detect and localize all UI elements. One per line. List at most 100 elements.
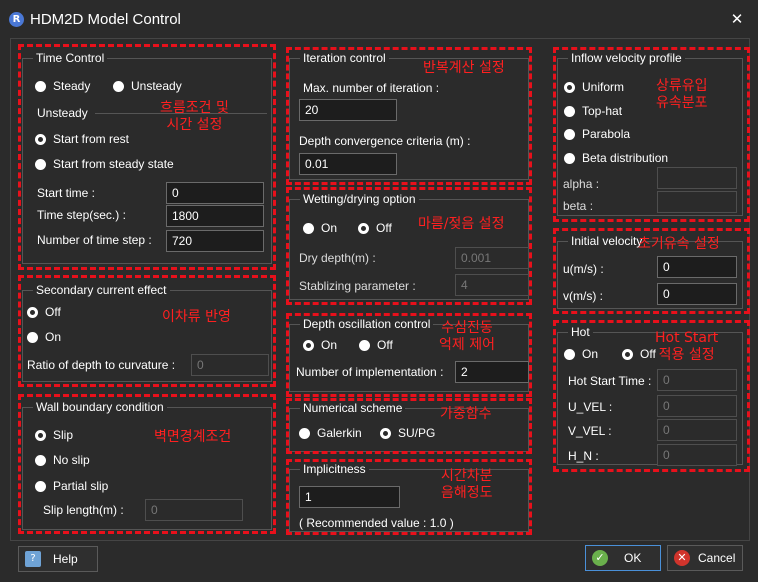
radio-unselected-icon — [564, 128, 575, 140]
radio-unselected-icon — [564, 348, 575, 360]
radio-selected-icon — [35, 429, 46, 441]
numerical-scheme-annotation: 가중함수 — [440, 406, 492, 422]
stabilizing-parameter-input[interactable]: 4 — [455, 274, 529, 296]
beta-distribution-radio[interactable]: Beta distribution — [564, 151, 668, 165]
cancel-icon: ✕ — [674, 550, 690, 566]
v-velocity-label: v(m/s) : — [563, 289, 603, 303]
max-iteration-label: Max. number of iteration : — [303, 81, 440, 95]
time-step-input[interactable]: 1800 — [166, 205, 264, 227]
max-iteration-input[interactable]: 20 — [299, 99, 397, 121]
slip-length-label: Slip length(m) : — [43, 503, 124, 517]
wall-boundary-annotation: 벽면경계조건 — [154, 429, 232, 445]
radio-selected-icon — [622, 348, 633, 360]
unsteady-radio[interactable]: Unsteady — [113, 79, 182, 93]
num-implementation-label: Number of implementation : — [296, 365, 444, 379]
steady-radio[interactable]: Steady — [35, 79, 90, 93]
initial-velocity-title: Initial velocity — [568, 234, 646, 248]
check-icon: ✓ — [592, 550, 608, 566]
depth-convergence-label: Depth convergence criteria (m) : — [299, 134, 471, 148]
depth-oscillation-annotation: 수심진동 억제 제어 — [439, 320, 495, 353]
hot-start-time-input[interactable]: 0 — [657, 369, 737, 391]
time-control-title: Time Control — [33, 51, 108, 65]
close-icon[interactable]: ✕ — [728, 10, 746, 28]
dry-depth-input[interactable]: 0.001 — [455, 247, 529, 269]
radio-unselected-icon — [564, 152, 575, 164]
radio-unselected-icon — [113, 80, 124, 92]
iteration-control-title: Iteration control — [300, 51, 389, 65]
h-n-label: H_N : — [568, 449, 599, 463]
app-logo-icon: R — [9, 12, 24, 27]
ratio-depth-curvature-input[interactable]: 0 — [191, 354, 269, 376]
num-time-step-label: Number of time step : — [37, 233, 152, 247]
beta-label: beta : — [563, 199, 594, 213]
galerkin-radio[interactable]: Galerkin — [299, 426, 362, 440]
implicitness-input[interactable]: 1 — [299, 486, 400, 508]
u-vel-input[interactable]: 0 — [657, 395, 737, 417]
numerical-scheme-title: Numerical scheme — [300, 401, 406, 415]
num-implementation-input[interactable]: 2 — [455, 361, 529, 383]
wetting-drying-annotation: 마름/젖음 설정 — [418, 216, 505, 232]
radio-selected-icon — [564, 81, 575, 93]
u-velocity-input[interactable]: 0 — [657, 256, 737, 278]
alpha-input[interactable] — [657, 167, 737, 189]
num-time-step-input[interactable]: 720 — [166, 230, 264, 252]
unsteady-subgroup-title: Unsteady — [37, 106, 88, 120]
h-n-input[interactable]: 0 — [657, 444, 737, 466]
beta-input[interactable] — [657, 191, 737, 213]
slip-radio[interactable]: Slip — [35, 428, 73, 442]
depth-oscillation-title: Depth oscillation control — [300, 317, 434, 331]
inflow-velocity-title: Inflow velocity profile — [568, 51, 685, 65]
cancel-button[interactable]: ✕ Cancel — [667, 545, 743, 571]
iteration-control-annotation: 반복계산 설정 — [423, 60, 505, 76]
recommended-value-label: ( Recommended value : 1.0 ) — [299, 516, 454, 530]
hot-on-radio[interactable]: On — [564, 347, 598, 361]
start-time-input[interactable]: 0 — [166, 182, 264, 204]
partial-slip-radio[interactable]: Partial slip — [35, 479, 108, 493]
start-from-rest-radio[interactable]: Start from rest — [35, 132, 129, 146]
radio-selected-icon — [380, 427, 391, 439]
radio-unselected-icon — [299, 427, 310, 439]
start-from-steady-radio[interactable]: Start from steady state — [35, 157, 174, 171]
help-icon: ? — [25, 551, 41, 567]
secondary-current-title: Secondary current effect — [33, 283, 170, 297]
radio-unselected-icon — [35, 80, 46, 92]
slip-length-input[interactable]: 0 — [145, 499, 243, 521]
ratio-depth-curvature-label: Ratio of depth to curvature : — [27, 358, 176, 372]
v-vel-input[interactable]: 0 — [657, 419, 737, 441]
u-velocity-label: u(m/s) : — [563, 262, 604, 276]
radio-unselected-icon — [303, 222, 314, 234]
oscillation-on-radio[interactable]: On — [303, 338, 337, 352]
secondary-current-annotation: 이차류 반영 — [162, 309, 231, 325]
radio-unselected-icon — [564, 105, 575, 117]
title-bar: R HDM2D Model Control ✕ — [0, 0, 758, 38]
wall-boundary-title: Wall boundary condition — [33, 400, 167, 414]
uniform-radio[interactable]: Uniform — [564, 80, 624, 94]
parabola-radio[interactable]: Parabola — [564, 127, 630, 141]
secondary-on-radio[interactable]: On — [27, 330, 61, 344]
v-vel-label: V_VEL : — [568, 424, 612, 438]
v-velocity-input[interactable]: 0 — [657, 283, 737, 305]
depth-convergence-input[interactable]: 0.01 — [299, 153, 397, 175]
hot-off-radio[interactable]: Off — [622, 347, 656, 361]
wetting-drying-title: Wetting/drying option — [300, 192, 419, 206]
no-slip-radio[interactable]: No slip — [35, 453, 90, 467]
implicitness-annotation: 시간차분 음해정도 — [441, 468, 493, 501]
radio-unselected-icon — [27, 331, 38, 343]
oscillation-off-radio[interactable]: Off — [359, 338, 393, 352]
hot-start-title: Hot — [568, 325, 593, 339]
u-vel-label: U_VEL : — [568, 400, 613, 414]
inflow-velocity-annotation: 상류유입 유속분포 — [656, 78, 708, 111]
hot-start-time-label: Hot Start Time : — [568, 374, 652, 388]
radio-unselected-icon — [35, 454, 46, 466]
wetting-on-radio[interactable]: On — [303, 221, 337, 235]
secondary-off-radio[interactable]: Off — [27, 305, 61, 319]
radio-selected-icon — [358, 222, 369, 234]
supg-radio[interactable]: SU/PG — [380, 426, 435, 440]
radio-selected-icon — [303, 339, 314, 351]
tophat-radio[interactable]: Top-hat — [564, 104, 622, 118]
wetting-off-radio[interactable]: Off — [358, 221, 392, 235]
dry-depth-label: Dry depth(m) : — [299, 251, 376, 265]
help-button[interactable]: ? Help — [18, 546, 98, 572]
ok-button[interactable]: ✓ OK — [585, 545, 661, 571]
hot-start-annotation: Hot Start 적용 설정 — [655, 330, 719, 363]
